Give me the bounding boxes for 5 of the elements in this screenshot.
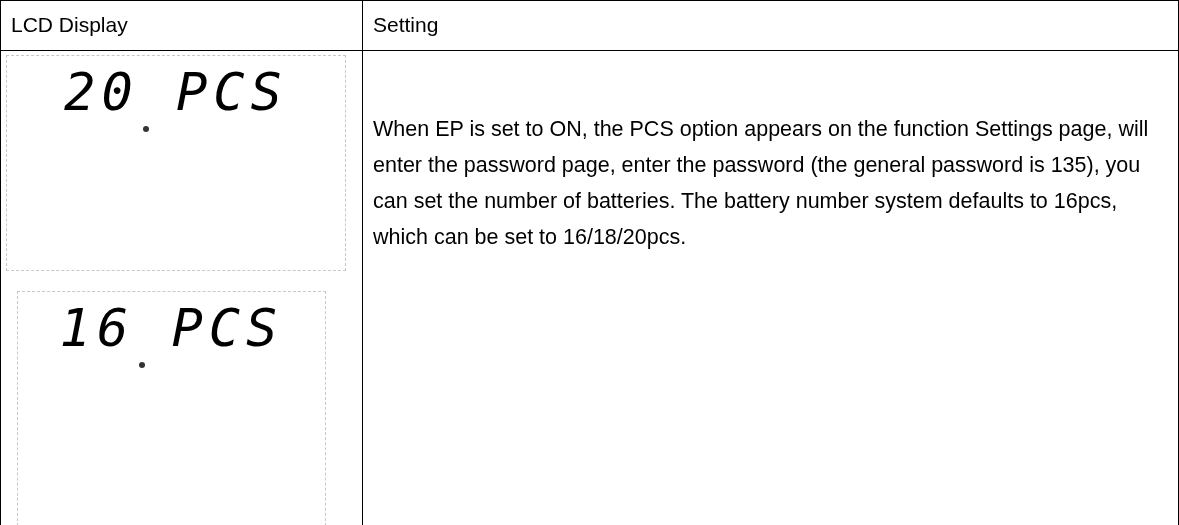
setting-description: When EP is set to ON, the PCS option appears on the function Settings page, will enter the password page, enter the password (the general password is 135), you can set the number of batteries. The battery number system defaults to 16pcs, which can be set to 16/18/20pcs.: [373, 116, 1150, 251]
lcd-reading: 16 PCS: [59, 302, 284, 354]
column-header: LCD Display: [1, 1, 363, 51]
column-header: Setting: [363, 1, 1178, 51]
lcd-reading: 20 PCS: [64, 66, 288, 118]
